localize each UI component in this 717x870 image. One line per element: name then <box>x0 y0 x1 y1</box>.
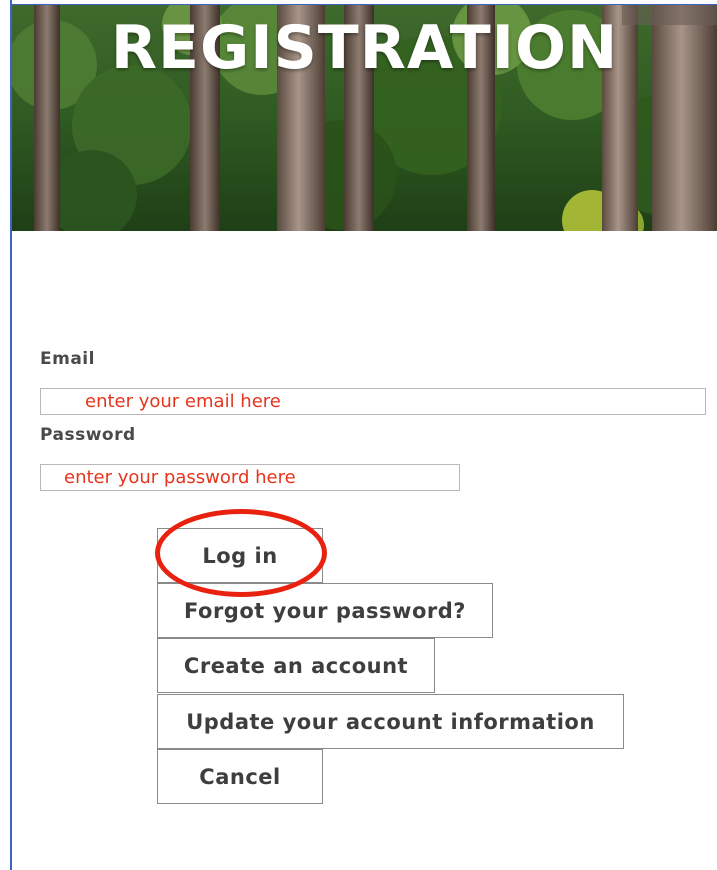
update-account-button[interactable]: Update your account information <box>157 694 624 749</box>
cancel-button[interactable]: Cancel <box>157 749 323 804</box>
email-placeholder: enter your email here <box>85 391 281 412</box>
password-input[interactable]: enter your password here <box>40 464 460 491</box>
create-account-button[interactable]: Create an account <box>157 638 435 693</box>
email-label: Email <box>40 349 95 369</box>
email-input[interactable]: enter your email here <box>40 388 706 415</box>
header-banner: REGISTRATION <box>12 5 717 231</box>
forgot-password-button[interactable]: Forgot your password? <box>157 583 493 638</box>
password-label: Password <box>40 425 136 445</box>
password-placeholder: enter your password here <box>64 467 296 488</box>
login-button[interactable]: Log in <box>157 528 323 583</box>
page-title: REGISTRATION <box>110 13 619 83</box>
